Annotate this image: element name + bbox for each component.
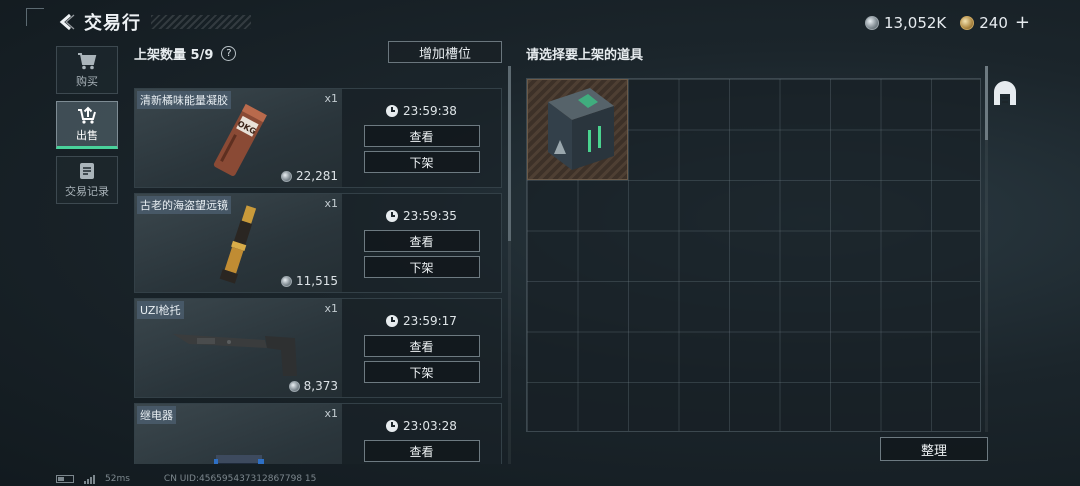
silver-coin-icon: [864, 15, 879, 30]
item-name: 继电器: [137, 406, 176, 424]
item-price-value: 22,281: [296, 169, 338, 183]
scroll-thumb[interactable]: [985, 66, 988, 140]
currency-bar: 13,052K 240 +: [864, 12, 1030, 33]
item-card[interactable]: UZI枪托 x1 8,373: [135, 299, 342, 397]
timer-value: 23:59:17: [403, 314, 457, 328]
ping-text: 52ms: [105, 474, 130, 484]
gold-balance: 240 +: [960, 12, 1030, 33]
listing-timer: 23:59:38: [386, 101, 457, 121]
tab-buy-label: 购买: [76, 74, 98, 88]
title-decoration: [151, 15, 251, 29]
row-actions: 23:03:28 查看: [342, 404, 501, 464]
help-icon[interactable]: ?: [221, 45, 237, 61]
battery-icon: [56, 475, 74, 483]
gold-amount: 240: [979, 13, 1008, 32]
silver-amount: 13,052K: [883, 13, 947, 32]
record-icon: [80, 162, 94, 179]
warehouse-icon[interactable]: [991, 80, 1019, 108]
tab-sell[interactable]: 出售: [56, 101, 118, 149]
tab-sell-label: 出售: [76, 128, 98, 142]
inventory-title: 请选择要上架的道具: [526, 48, 644, 63]
add-currency-button[interactable]: +: [1015, 12, 1030, 33]
item-qty: x1: [324, 407, 338, 420]
tab-history[interactable]: 交易记录: [56, 156, 118, 204]
listing-list[interactable]: 清新橘味能量凝胶 x1 OKG 22,281 23:59:38 查看 下架 古老…: [134, 88, 502, 464]
relay-image: [213, 454, 264, 464]
sell-icon: [78, 106, 96, 124]
tab-buy[interactable]: 购买: [56, 46, 118, 94]
item-price: 11,515: [281, 274, 338, 288]
unlist-button[interactable]: 下架: [363, 361, 480, 383]
silver-coin-icon: [281, 170, 292, 182]
scroll-thumb[interactable]: [508, 66, 511, 241]
item-card[interactable]: 继电器 x1: [135, 404, 342, 464]
view-button[interactable]: 查看: [363, 440, 480, 462]
row-actions: 23:59:17 查看 下架: [342, 299, 501, 397]
listing-row: 清新橘味能量凝胶 x1 OKG 22,281 23:59:38 查看 下架: [134, 88, 502, 188]
item-name: UZI枪托: [137, 301, 184, 319]
timer-value: 23:59:38: [403, 104, 457, 118]
listing-row: 古老的海盗望远镜 x1 11,515 23:59:35 查看 下架: [134, 193, 502, 293]
item-card[interactable]: 古老的海盗望远镜 x1 11,515: [135, 194, 342, 292]
listing-timer: 23:03:28: [386, 416, 457, 436]
silver-coin-icon: [288, 380, 300, 392]
silver-coin-icon: [281, 275, 292, 287]
inventory-item-crate[interactable]: [527, 79, 628, 180]
item-qty: x1: [324, 197, 338, 210]
unlist-button[interactable]: 下架: [363, 256, 480, 278]
silver-balance: 13,052K: [864, 13, 947, 32]
tab-history-label: 交易记录: [65, 184, 109, 198]
item-price: 8,373: [288, 379, 338, 393]
energy-gel-image: OKG: [213, 103, 267, 176]
item-card[interactable]: 清新橘味能量凝胶 x1 OKG 22,281: [135, 89, 342, 187]
side-tabs: 购买 出售 交易记录: [56, 46, 118, 211]
gold-coin-icon: [960, 15, 975, 30]
listing-timer: 23:59:35: [386, 206, 457, 226]
header: 交易行: [56, 8, 251, 36]
listing-scrollbar[interactable]: [508, 66, 511, 464]
timer-value: 23:59:35: [403, 209, 457, 223]
add-slot-button[interactable]: 增加槽位: [388, 41, 502, 63]
back-arrow-icon: [59, 13, 75, 31]
listing-timer: 23:59:17: [386, 311, 457, 331]
view-button[interactable]: 查看: [363, 125, 480, 147]
item-price-value: 11,515: [296, 274, 338, 288]
unlist-button[interactable]: 下架: [363, 151, 480, 173]
sort-button[interactable]: 整理: [880, 437, 988, 461]
item-price-value: 8,373: [303, 379, 338, 393]
inventory-scrollbar[interactable]: [985, 66, 988, 432]
back-button[interactable]: [56, 11, 78, 33]
uid-text: CN UID:456595437312867798 15: [163, 474, 317, 484]
row-actions: 23:59:35 查看 下架: [342, 194, 501, 292]
telescope-image: [219, 205, 256, 284]
signal-icon: [84, 474, 95, 484]
listing-row: UZI枪托 x1 8,373 23:59:17 查看 下架: [134, 298, 502, 398]
supply-crate-image: [548, 88, 614, 170]
view-button[interactable]: 查看: [363, 230, 480, 252]
clock-icon: [386, 315, 399, 327]
item-qty: x1: [324, 92, 338, 105]
item-qty: x1: [324, 302, 338, 315]
clock-icon: [386, 210, 399, 222]
listing-count: 上架数量 5/9: [134, 47, 214, 63]
status-bar: 52ms CN UID:456595437312867798 15: [56, 474, 316, 484]
frame-corner: [26, 8, 44, 26]
item-price: 22,281: [281, 169, 338, 183]
row-actions: 23:59:38 查看 下架: [342, 89, 501, 187]
cart-icon: [78, 52, 97, 69]
timer-value: 23:03:28: [403, 419, 457, 433]
clock-icon: [386, 420, 399, 432]
listing-row: 继电器 x1 23:03:28 查看: [134, 403, 502, 464]
page-title: 交易行: [84, 13, 141, 34]
gun-stock-image: [172, 333, 297, 376]
clock-icon: [386, 105, 399, 117]
inventory-grid[interactable]: [526, 78, 981, 432]
view-button[interactable]: 查看: [363, 335, 480, 357]
